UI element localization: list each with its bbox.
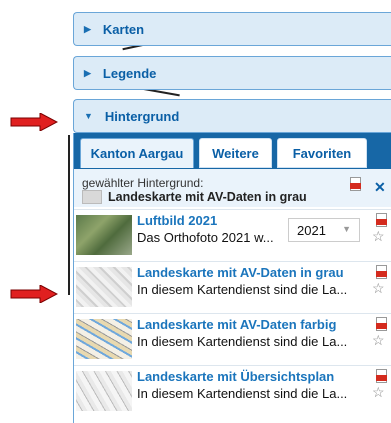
tab-bar: Kanton Aargau Weitere Favoriten [74, 133, 391, 169]
tab-weitere[interactable]: Weitere [199, 138, 272, 168]
item-title[interactable]: Landeskarte mit AV-Daten farbig [137, 317, 336, 332]
pdf-icon[interactable] [376, 317, 387, 331]
section-legende-label: Legende [102, 65, 157, 81]
star-icon[interactable]: ☆ [372, 384, 385, 401]
star-icon[interactable]: ☆ [372, 228, 385, 245]
caret-right-icon: ▶ [84, 67, 91, 78]
list-item[interactable]: Landeskarte mit Übersichtsplan In diesem… [74, 365, 391, 416]
item-title[interactable]: Landeskarte mit Übersichtsplan [137, 369, 334, 384]
selected-background-label: gewählter Hintergrund: [82, 176, 204, 190]
pdf-icon[interactable] [376, 369, 387, 383]
item-description: In diesem Kartendienst sind die La... [137, 334, 348, 349]
star-icon[interactable]: ☆ [372, 332, 385, 349]
selected-background-value: Landeskarte mit AV-Daten in grau [82, 190, 307, 204]
pdf-icon[interactable] [350, 177, 361, 191]
selected-background: gewählter Hintergrund: Landeskarte mit A… [74, 169, 391, 207]
selected-background-text: Landeskarte mit AV-Daten in grau [108, 190, 307, 204]
list-item[interactable]: Luftbild 2021 Das Orthofoto 2021 w... 20… [74, 209, 391, 260]
star-icon[interactable]: ☆ [372, 280, 385, 297]
map-color-thumbnail [76, 319, 132, 359]
tab-label: Weitere [212, 145, 259, 161]
year-select-value: 2021 [297, 223, 326, 238]
tab-favoriten[interactable]: Favoriten [277, 138, 367, 168]
pdf-icon[interactable] [376, 213, 387, 227]
caret-down-icon: ▼ [84, 111, 93, 121]
map-thumbnail [82, 190, 102, 204]
red-arrow-icon [10, 285, 58, 303]
hintergrund-panel: Kanton Aargau Weitere Favoriten gewählte… [73, 133, 391, 423]
section-legende[interactable]: ▶ Legende [73, 56, 391, 90]
list-item[interactable]: Landeskarte mit AV-Daten farbig In diese… [74, 313, 391, 364]
section-hintergrund[interactable]: ▼ Hintergrund [73, 99, 391, 133]
section-hintergrund-label: Hintergrund [104, 108, 180, 124]
item-title[interactable]: Luftbild 2021 [137, 213, 217, 228]
year-select[interactable]: 2021 ▼ [288, 218, 360, 242]
aerial-thumbnail [76, 215, 132, 255]
chevron-down-icon: ▼ [342, 224, 351, 234]
item-description: In diesem Kartendienst sind die La... [137, 282, 348, 297]
list-item[interactable]: Landeskarte mit AV-Daten in grau In dies… [74, 261, 391, 312]
tab-kanton-aargau[interactable]: Kanton Aargau [80, 138, 194, 168]
item-description: In diesem Kartendienst sind die La... [137, 386, 348, 401]
tab-label: Kanton Aargau [90, 146, 184, 161]
map-background-line [68, 135, 70, 295]
caret-right-icon: ▶ [84, 23, 91, 34]
close-icon[interactable]: ✕ [374, 179, 386, 196]
map-grey-thumbnail [76, 267, 132, 307]
pdf-icon[interactable] [376, 265, 387, 279]
section-karten-label: Karten [102, 21, 145, 37]
section-karten[interactable]: ▶ Karten [73, 12, 391, 46]
red-arrow-icon [10, 113, 58, 131]
map-plan-thumbnail [76, 371, 132, 411]
tab-label: Favoriten [292, 145, 352, 161]
item-title[interactable]: Landeskarte mit AV-Daten in grau [137, 265, 344, 280]
item-description: Das Orthofoto 2021 w... [137, 230, 274, 245]
